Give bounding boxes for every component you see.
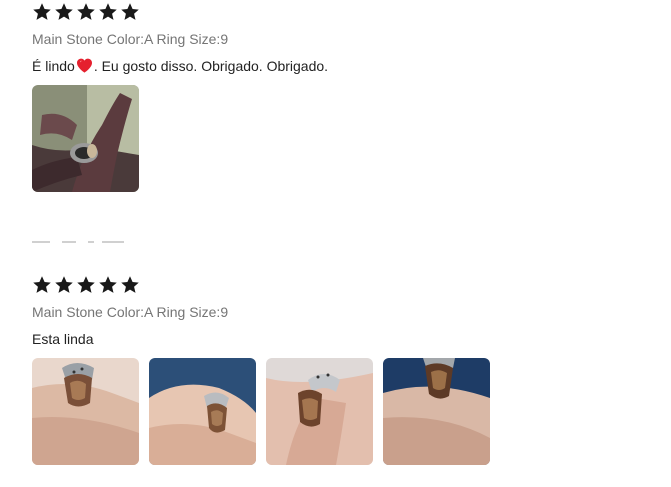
red-heart-icon xyxy=(76,58,93,73)
review-photo-thumbnail[interactable] xyxy=(383,358,490,465)
review-sku-info: Main Stone Color:A Ring Size:9 xyxy=(32,31,229,47)
review-photo-thumbnail[interactable] xyxy=(32,85,139,192)
review-text-part: . Eu gosto disso. Obrigado. Obrigado. xyxy=(93,58,329,74)
star-icon xyxy=(98,2,118,22)
review-photos xyxy=(32,358,490,465)
star-icon xyxy=(32,2,52,22)
star-icon xyxy=(98,275,118,295)
star-icon xyxy=(76,275,96,295)
review-photos xyxy=(32,85,328,192)
rating-stars xyxy=(32,273,490,297)
review-text-part: É lindo xyxy=(32,58,75,74)
review-text: É lindo . Eu gosto disso. Obrigado. Obrig… xyxy=(32,57,328,75)
review-text: Esta linda xyxy=(32,331,94,347)
star-icon xyxy=(32,275,52,295)
star-icon xyxy=(54,2,74,22)
review-photo-thumbnail[interactable] xyxy=(266,358,373,465)
star-icon xyxy=(76,2,96,22)
review-photo-thumbnail[interactable] xyxy=(149,358,256,465)
review-item: Main Stone Color:A Ring Size:9 É lindo . … xyxy=(32,0,328,192)
star-icon xyxy=(120,2,140,22)
star-icon xyxy=(120,275,140,295)
review-sku-info: Main Stone Color:A Ring Size:9 xyxy=(32,304,229,320)
review-item: Main Stone Color:A Ring Size:9 Esta lind… xyxy=(32,273,490,465)
review-photo-thumbnail[interactable] xyxy=(32,358,139,465)
star-icon xyxy=(54,275,74,295)
review-divider xyxy=(32,232,132,243)
rating-stars xyxy=(32,0,328,24)
